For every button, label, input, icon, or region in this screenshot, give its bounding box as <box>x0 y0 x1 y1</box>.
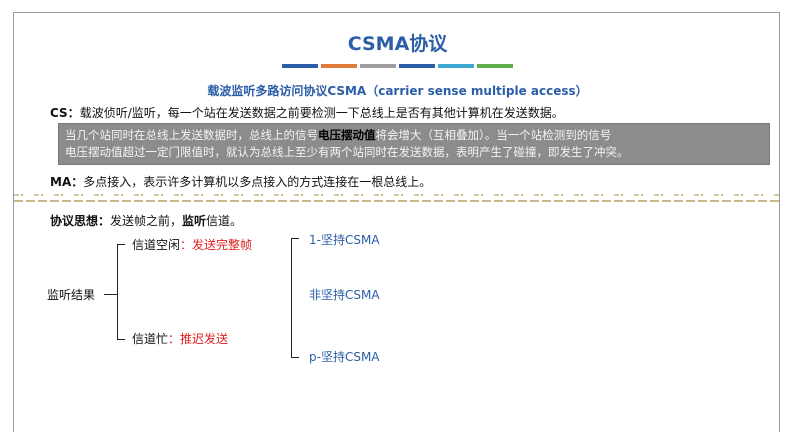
idea-label: 协议思想： <box>50 214 111 228</box>
idea-text-1: 发送帧之前， <box>110 214 183 228</box>
note-line-1-end: 将会增大（互相叠加）。当一个站检测到的信号 <box>375 128 612 142</box>
cs-line: CS：载波侦听/监听，每一个站在发送数据之前要检测一下总线上是否有其他计算机在发… <box>50 104 564 121</box>
cs-label: CS： <box>50 106 80 120</box>
collision-note-box: 当几个站同时在总线上发送数据时，总线上的信号电压摆动值将会增大（互相叠加）。当一… <box>58 123 770 165</box>
right-bracket <box>291 238 292 357</box>
note-line-2: 电压摆动值超过一定门限值时，就认为总线上至少有两个站同时在发送数据，表明产生了碰… <box>65 145 629 159</box>
left-bracket-bottom <box>117 339 125 340</box>
right-bracket-top <box>291 238 299 239</box>
note-line-1: 当几个站同时在总线上发送数据时，总线上的信号电压摆动值将会增大（互相叠加）。当一… <box>65 127 769 144</box>
type-non-persistent: 非坚持CSMA <box>309 288 380 302</box>
type-1-persistent: 1-坚持CSMA <box>309 233 380 247</box>
ma-label: MA： <box>50 175 84 189</box>
idle-action: ：发送完整帧 <box>180 238 253 252</box>
left-bracket-top <box>117 244 125 245</box>
busy-label: 信道忙 <box>132 332 169 346</box>
dashed-divider <box>14 194 780 202</box>
slide-subtitle: 载波监听多路访问协议CSMA（carrier sense multiple ac… <box>207 84 588 98</box>
left-bracket <box>117 244 118 339</box>
branch-idle: 信道空闲：发送完整帧 <box>132 236 252 253</box>
note-line-1-start: 当几个站同时在总线上发送数据时，总线上的信号 <box>65 128 318 142</box>
title-color-bar <box>477 64 513 68</box>
protocol-idea-line: 协议思想：发送帧之前，监听信道。 <box>50 212 242 229</box>
note-highlight: 电压摆动值 <box>318 128 376 142</box>
busy-action: ：推迟发送 <box>168 332 229 346</box>
title-color-bar <box>282 64 318 68</box>
title-color-bar <box>399 64 435 68</box>
cs-text: 载波侦听/监听，每一个站在发送数据之前要检测一下总线上是否有其他计算机在发送数据… <box>79 106 564 120</box>
slide-title: CSMA协议 <box>347 33 448 55</box>
idle-label: 信道空闲 <box>132 238 181 252</box>
idea-text-2: 信道。 <box>206 214 243 228</box>
title-color-bar <box>321 64 357 68</box>
title-color-bar <box>360 64 396 68</box>
right-bracket-bottom <box>291 357 299 358</box>
root-connector <box>104 294 117 295</box>
ma-text: 多点接入，表示许多计算机以多点接入的方式连接在一根总线上。 <box>83 175 432 189</box>
branch-busy: 信道忙：推迟发送 <box>132 330 228 347</box>
tree-root-label: 监听结果 <box>47 288 96 302</box>
title-color-bar <box>438 64 474 68</box>
type-p-persistent: p-坚持CSMA <box>309 350 380 364</box>
ma-line: MA：多点接入，表示许多计算机以多点接入的方式连接在一根总线上。 <box>50 173 431 190</box>
idea-bold: 监听 <box>182 214 207 228</box>
